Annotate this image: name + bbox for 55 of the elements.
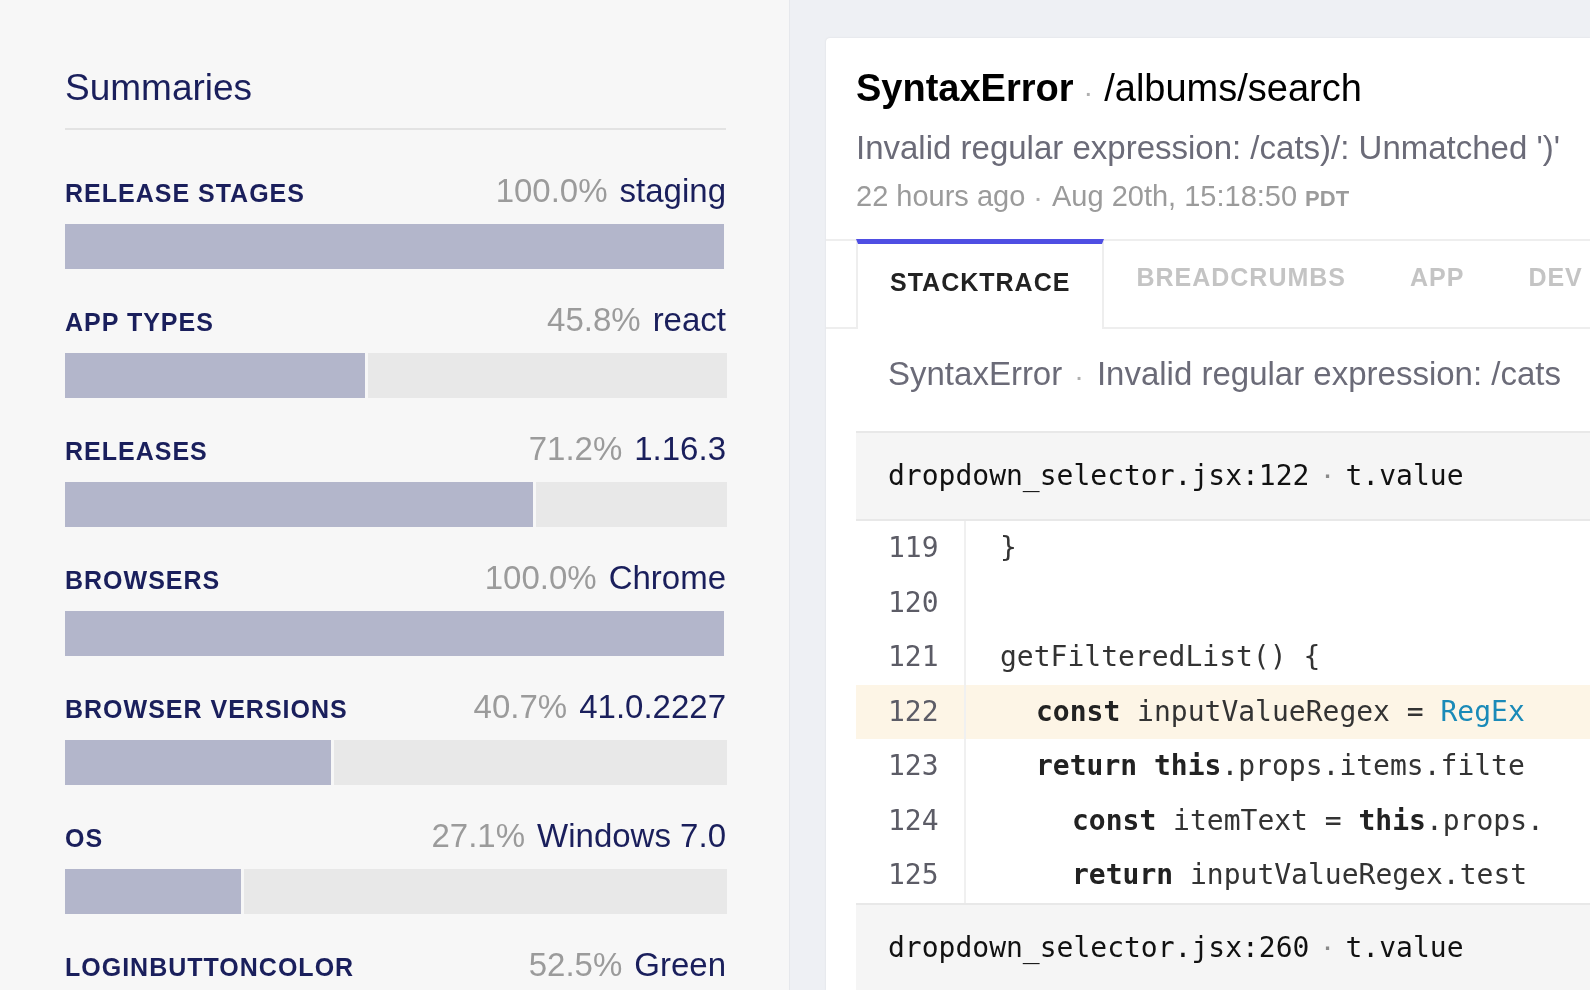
summary-value: Green [634,945,726,985]
line-number: 124 [888,802,939,839]
code-text: return inputValueRegex.test [1071,857,1528,894]
summary-value: react [652,300,726,340]
line-number: 121 [888,639,939,676]
summary-value: Windows 7.0 [537,816,726,856]
summary-label: BROWSERS [65,565,221,596]
summary-label: RELEASES [65,436,208,467]
frame-method: t.value [1345,929,1464,966]
summary-percent: 27.1% [431,816,526,856]
line-number: 123 [888,748,939,785]
summary-value: Chrome [608,558,726,598]
section-title: Summaries [65,66,726,130]
error-context: /albums/search [1104,66,1362,111]
summary-label: OS [65,823,104,854]
timezone: PDT [1305,185,1350,213]
summary-value: 1.16.3 [634,429,726,469]
summary-percent: 100.0% [484,558,597,598]
summary-label: APP TYPES [65,307,214,338]
separator-dot: · [1085,82,1093,107]
summary-percent: 52.5% [528,945,623,985]
frame-file: dropdown_selector.jsx:260 [888,929,1310,966]
frame-file: dropdown_selector.jsx:122 [888,458,1310,494]
summary-percent: 100.0% [495,171,608,211]
frame-method: t.value [1345,458,1464,494]
separator-dot: · [1076,366,1083,391]
error-message: Invalid regular expression: /cats)/: Unmatched ')' [856,128,1560,168]
exception-class: SyntaxError [888,354,1063,394]
summary-label: RELEASE STAGES [65,178,305,209]
timestamp: Aug 20th, 15:18:50 [1052,179,1298,214]
summary-percent: 40.7% [473,687,568,727]
separator-dot: · [1035,187,1042,212]
frame-header[interactable]: dropdown_selector.jsx:260 · t.value [856,902,1590,990]
separator-dot: · [1321,934,1334,962]
summary-percent: 71.2% [528,429,623,469]
code-text: const itemText = this.props. [1071,802,1544,839]
code-text: const inputValueRegex = RegEx [1035,693,1525,730]
exception-message: Invalid regular expression: /cats [1096,354,1561,394]
line-number: 125 [888,857,939,894]
summary-label: LOGINBUTTONCOLOR [65,952,355,983]
summary-label: BROWSER VERSIONS [65,694,348,725]
line-number: 120 [888,584,939,621]
error-class: SyntaxError [856,66,1074,111]
relative-time: 22 hours ago [856,179,1026,214]
code-text: } [999,530,1017,567]
code-text: getFilteredList() { [999,639,1321,676]
code-text: return this.props.items.filte [1035,748,1525,785]
line-number: 122 [888,693,939,730]
summary-percent: 45.8% [547,300,641,340]
line-number: 119 [888,530,939,567]
summary-value: staging [619,171,726,211]
summary-value: 41.0.2227 [579,687,726,727]
frame-header[interactable]: dropdown_selector.jsx:122 · t.value [856,431,1590,521]
tab[interactable]: STACKTRACE [856,239,1105,329]
separator-dot: · [1321,463,1334,490]
